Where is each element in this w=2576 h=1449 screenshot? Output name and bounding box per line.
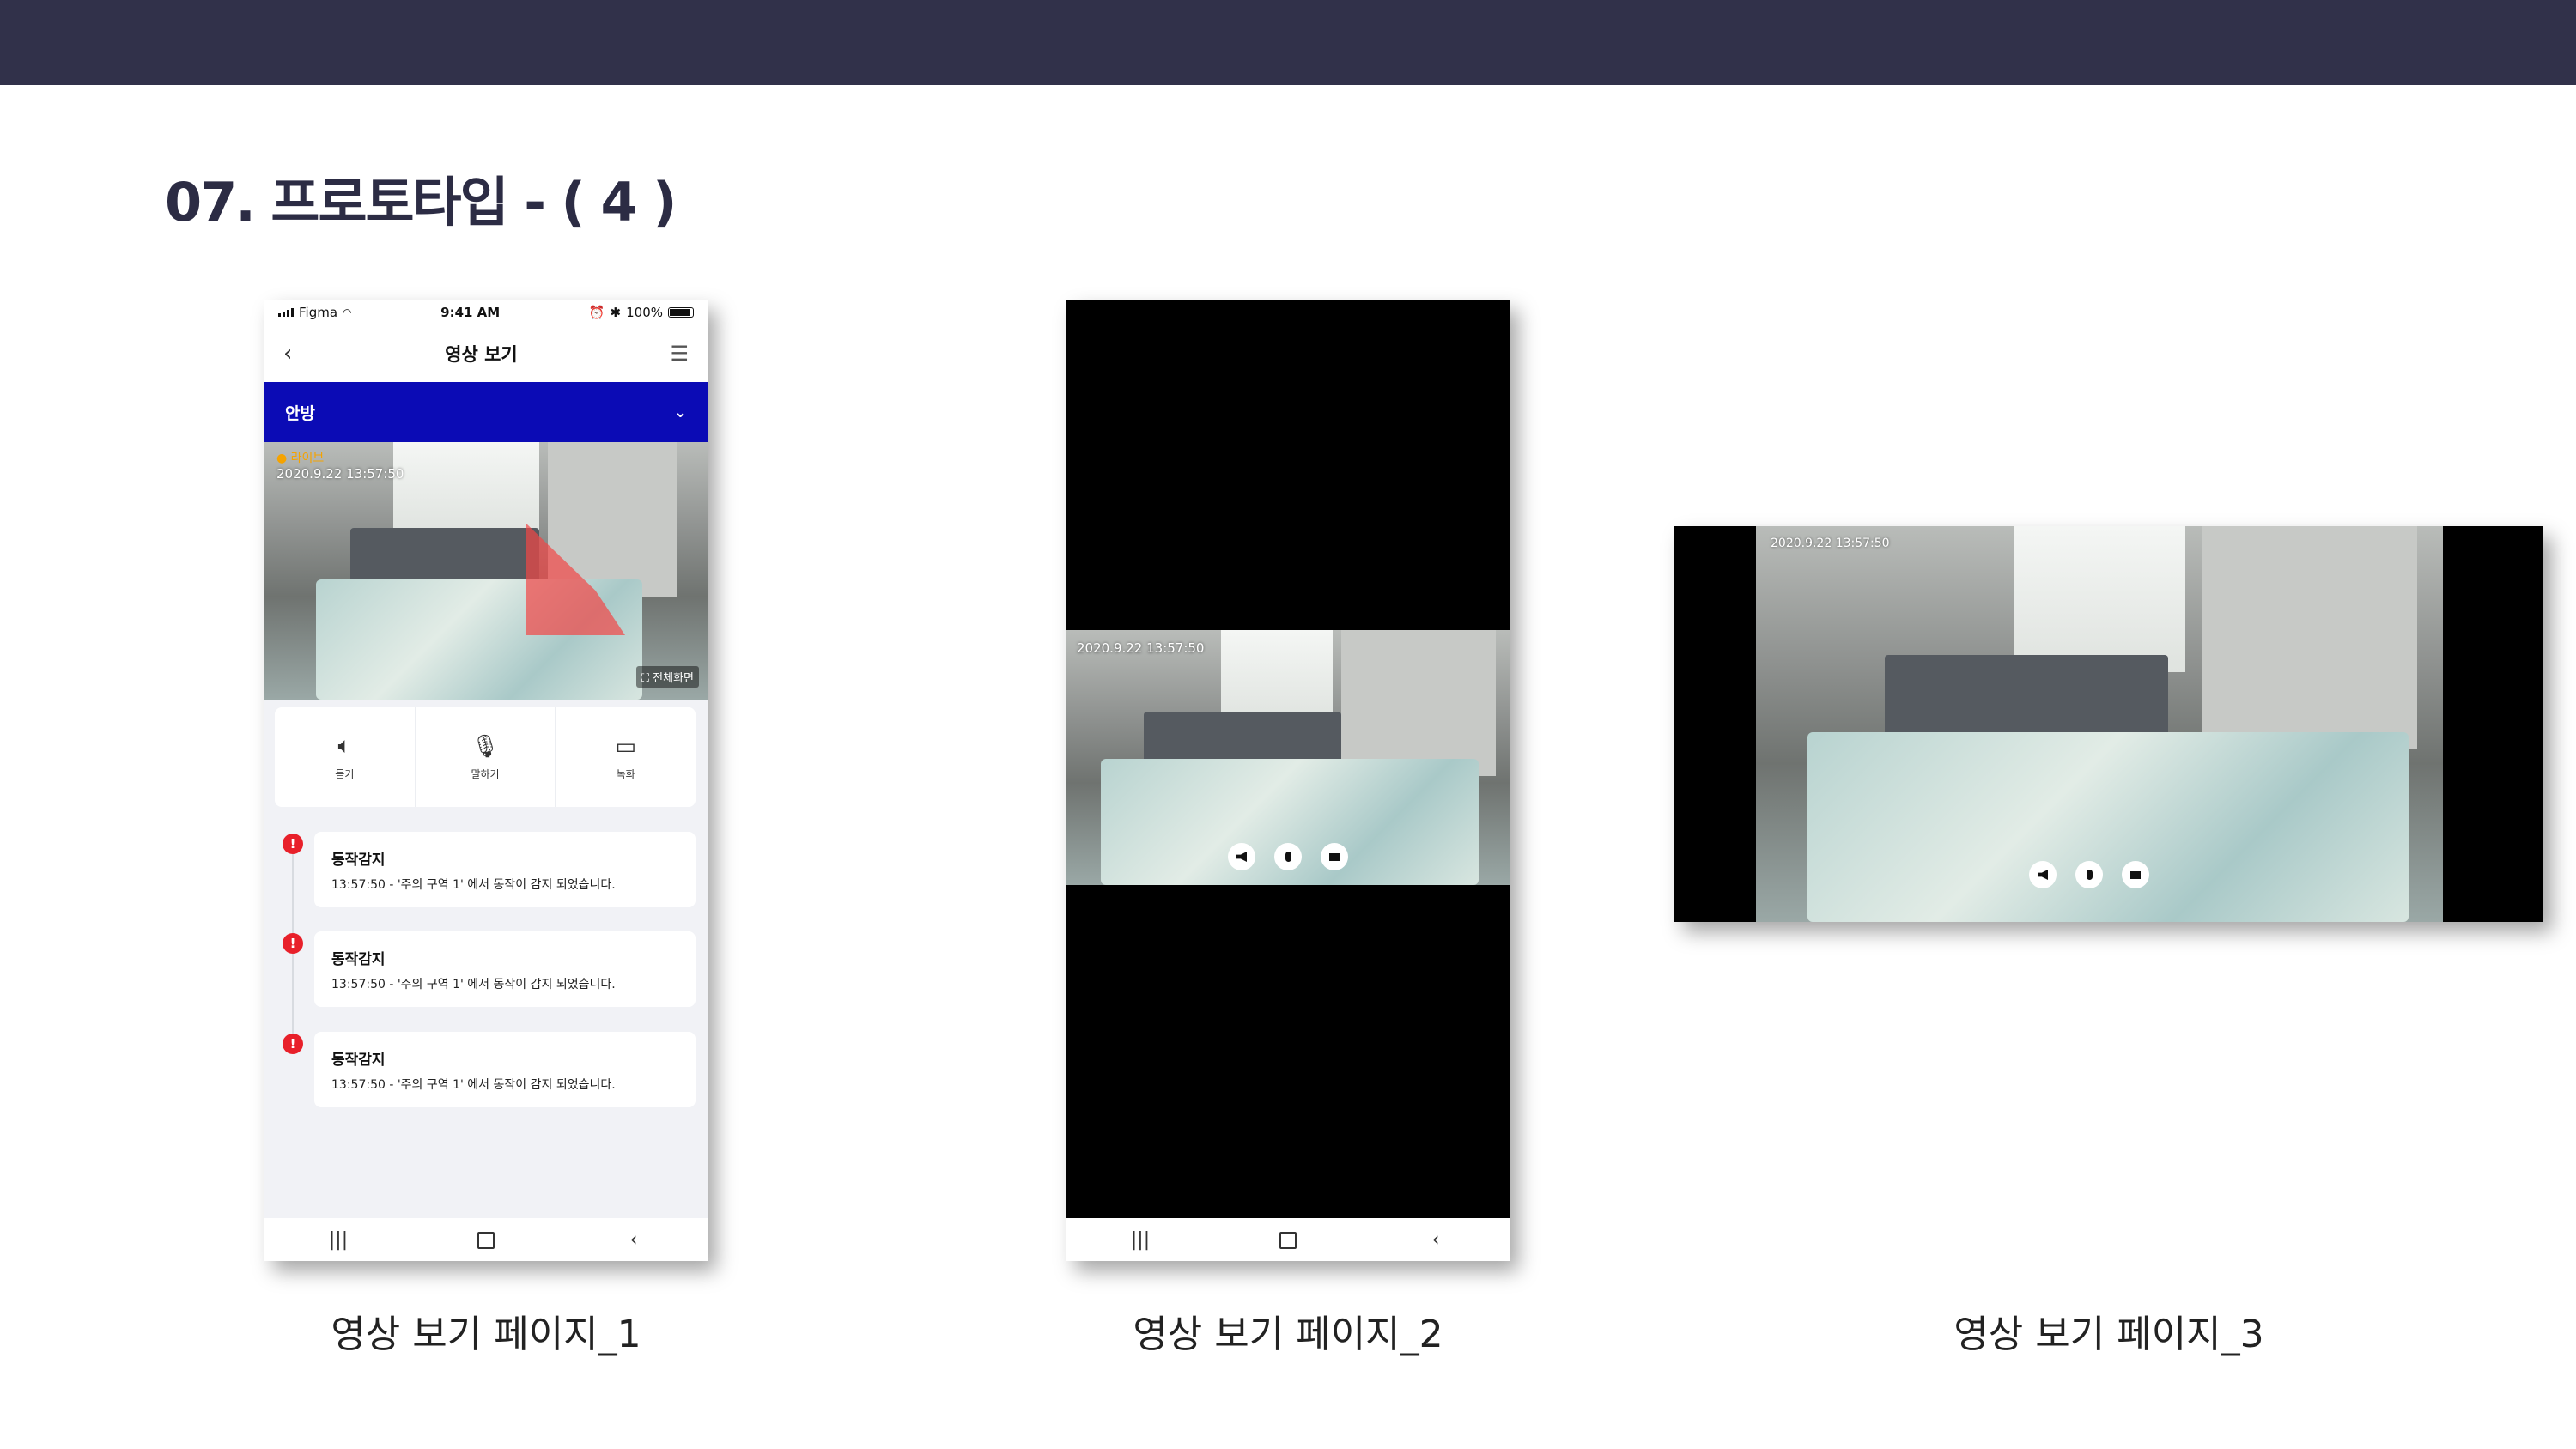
video-timestamp: 2020.9.22 13:57:50 [276,466,404,482]
record-button[interactable] [2122,861,2149,888]
fullscreen-icon: ⛶ [641,672,650,685]
back-icon[interactable]: ‹ [283,341,292,367]
speaker-icon [2038,870,2048,880]
record-button[interactable] [1321,843,1348,870]
talk-label: 말하기 [471,767,500,780]
alert-icon: ! [283,933,303,954]
video-camera-icon [2130,870,2141,879]
video-camera-icon [1329,852,1340,861]
menu-icon[interactable]: ☰ [670,342,689,366]
caption-3: 영상 보기 페이지_3 [1953,1313,2264,1356]
event-message: 13:57:50 - '주의 구역 1' 에서 동작이 감지 되었습니다. [331,1078,616,1092]
chevron-down-icon: ⌄ [673,403,687,421]
battery-icon [668,307,694,318]
microphone-button[interactable] [1274,843,1302,870]
room-selector[interactable]: 안방 ⌄ [264,382,708,442]
event-name: 동작감지 [331,1052,386,1069]
home-icon[interactable] [439,1229,533,1251]
microphone-icon [1285,852,1291,862]
control-card: 🔈︎ 듣기 🎙︎ 말하기 ▭ 녹화 [275,707,696,807]
caption-1: 영상 보기 페이지_1 [331,1313,641,1356]
recent-apps-icon[interactable]: ||| [291,1229,386,1251]
phone-screen-1: Figma ◠ 9:41 AM ⏰ ✱ 100% ‹ 영상 보기 ☰ 안방 ⌄ … [264,300,708,1261]
event-card[interactable]: 동작감지 13:57:50 - '주의 구역 1' 에서 동작이 감지 되었습니… [314,931,696,1007]
event-card[interactable]: 동작감지 13:57:50 - '주의 구역 1' 에서 동작이 감지 되었습니… [314,832,696,907]
event-name: 동작감지 [331,852,386,869]
carrier-label: Figma [299,305,338,320]
video-controls [2029,861,2149,888]
alarm-icon: ⏰ [588,305,605,320]
live-video[interactable]: ● 라이브 2020.9.22 13:57:50 ⛶ 전체화면 [264,442,708,700]
top-banner [0,0,2576,85]
microphone-button[interactable] [2075,861,2103,888]
landscape-screen-3: 2020.9.22 13:57:50 [1674,526,2543,922]
back-nav-icon[interactable]: ‹ [586,1229,681,1251]
recent-apps-icon[interactable]: ||| [1093,1229,1188,1251]
fullscreen-label: 전체화면 [653,672,694,685]
live-video[interactable]: 2020.9.22 13:57:50 [1066,630,1510,885]
event-name: 동작감지 [331,951,386,968]
alert-icon: ! [283,834,303,854]
video-controls [1228,843,1348,870]
event-message: 13:57:50 - '주의 구역 1' 에서 동작이 감지 되었습니다. [331,978,616,991]
live-video[interactable] [1756,526,2443,922]
home-icon[interactable] [1241,1229,1335,1251]
slide-title: 07. 프로토타입 - ( 4 ) [165,171,677,233]
event-message: 13:57:50 - '주의 구역 1' 에서 동작이 감지 되었습니다. [331,878,616,892]
bluetooth-icon: ✱ [610,305,622,320]
phone-screen-2: 2020.9.22 13:57:50 ||| ‹ [1066,300,1510,1261]
android-nav-bar: ||| ‹ [264,1218,708,1261]
signal-icon [278,308,294,317]
microphone-icon [2086,870,2093,880]
status-bar: Figma ◠ 9:41 AM ⏰ ✱ 100% [264,300,708,325]
app-bar: ‹ 영상 보기 ☰ [264,325,708,382]
clock: 9:41 AM [440,305,501,320]
talk-button[interactable]: 🎙︎ 말하기 [416,707,556,807]
page-title: 영상 보기 [445,344,518,365]
caption-2: 영상 보기 페이지_2 [1133,1313,1443,1356]
fullscreen-button[interactable]: ⛶ 전체화면 [635,666,699,688]
android-nav-bar: ||| ‹ [1066,1218,1510,1261]
speaker-icon: 🔈︎ [337,733,352,759]
wifi-icon: ◠ [343,306,352,318]
room-label: 안방 [285,403,315,423]
speaker-button[interactable] [1228,843,1255,870]
listen-label: 듣기 [335,768,355,780]
video-timestamp: 2020.9.22 13:57:50 [1771,537,1890,550]
microphone-icon: 🎙︎ [471,733,500,760]
back-nav-icon[interactable]: ‹ [1388,1229,1483,1251]
record-label: 녹화 [616,767,635,780]
speaker-icon [1236,852,1247,862]
speaker-button[interactable] [2029,861,2057,888]
alert-icon: ! [283,1034,303,1054]
video-camera-icon: ▭ [615,733,636,760]
video-timestamp: 2020.9.22 13:57:50 [1077,640,1205,656]
record-button[interactable]: ▭ 녹화 [556,707,696,807]
live-label: ● 라이브 [276,452,325,465]
battery-percent: 100% [626,305,663,320]
event-card[interactable]: 동작감지 13:57:50 - '주의 구역 1' 에서 동작이 감지 되었습니… [314,1032,696,1107]
listen-button[interactable]: 🔈︎ 듣기 [275,707,416,807]
